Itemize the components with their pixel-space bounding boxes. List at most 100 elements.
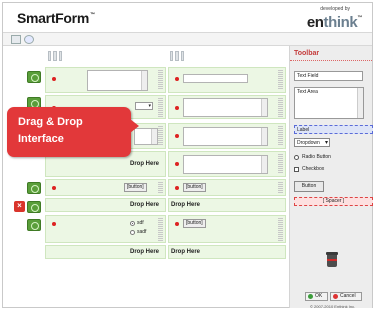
required-dot (52, 77, 56, 81)
align-center-icon[interactable] (175, 51, 179, 61)
form-cell[interactable]: [button] (168, 215, 286, 243)
form-cell[interactable]: Drop Here (45, 198, 166, 212)
textarea-field[interactable] (183, 155, 268, 174)
toolbar-checkbox-label: Checkbox (302, 166, 325, 172)
copyright-text: © 2007-2010 Enthink Inc. (310, 304, 356, 309)
drag-drop-callout: Drag & Drop Interface (7, 107, 139, 157)
toolbar-panel: Toolbar Text Field Text Area Label Dropd… (289, 46, 373, 309)
form-cell[interactable] (168, 151, 286, 177)
required-dot (175, 186, 179, 190)
toolbar-spacer[interactable]: [ Spacer ] (294, 197, 373, 206)
drag-handle[interactable] (278, 182, 283, 194)
drag-handle[interactable] (278, 154, 283, 174)
toolbar-button[interactable]: Button (294, 181, 324, 192)
drag-handle[interactable] (158, 182, 163, 194)
ok-icon (308, 294, 313, 299)
toolbar-dropdown[interactable]: Dropdown (294, 138, 330, 147)
toolbar-checkbox[interactable]: Checkbox (294, 166, 324, 172)
drag-handle[interactable] (278, 126, 283, 146)
form-cell[interactable]: [button] (168, 179, 286, 196)
radio-icon[interactable] (130, 220, 135, 226)
form-cell[interactable]: [button] (45, 179, 166, 196)
cancel-icon (333, 294, 338, 299)
developed-by-text: developed by (320, 6, 350, 12)
radio-option[interactable]: sadf (130, 229, 146, 235)
trash-icon[interactable] (326, 252, 338, 269)
drag-handle[interactable] (158, 218, 163, 241)
button-element[interactable]: [button] (183, 219, 206, 228)
delete-row-icon[interactable]: × (14, 201, 25, 212)
checkbox-icon (294, 166, 299, 172)
settings-icon[interactable] (24, 35, 34, 44)
scrollbar[interactable] (357, 88, 363, 118)
align-right-icon[interactable] (58, 51, 62, 61)
button-element[interactable]: [button] (183, 183, 206, 192)
align-left-icon[interactable] (48, 51, 52, 61)
header: SmartForm™ developed by enthink™ (3, 3, 372, 31)
radio-option-label: sdf (137, 220, 144, 226)
drag-handle[interactable] (158, 70, 163, 90)
drag-handle[interactable] (158, 98, 163, 117)
required-dot (175, 222, 179, 226)
toolbar-label[interactable]: Label (294, 125, 373, 134)
text-input[interactable] (183, 74, 248, 83)
textarea-field[interactable] (183, 127, 268, 146)
brand-think: think (323, 14, 358, 31)
cancel-label: Cancel (340, 293, 356, 299)
form-cell[interactable]: sdf sadf (45, 215, 166, 243)
smartform-window: SmartForm™ developed by enthink™ ▾ Drop … (2, 2, 373, 309)
app-title-text: SmartForm (17, 10, 89, 26)
toolbar-radio-button[interactable]: Radio Button (294, 154, 331, 160)
drag-handle[interactable] (278, 70, 283, 90)
form-cell[interactable] (168, 95, 286, 119)
drag-handle[interactable] (278, 98, 283, 117)
layout-icon[interactable] (11, 35, 21, 44)
cancel-button[interactable]: Cancel (330, 292, 362, 301)
callout-line-2: Interface (18, 133, 64, 145)
toolbar-radio-label: Radio Button (302, 154, 331, 160)
required-dot (52, 186, 56, 190)
align-left-icon[interactable] (170, 51, 174, 61)
textarea-field[interactable] (183, 98, 268, 117)
radio-icon[interactable] (130, 229, 135, 235)
drag-handle[interactable] (158, 126, 163, 146)
toolbar-text-area[interactable]: Text Area (294, 87, 364, 119)
drop-here-label: Drop Here (130, 161, 160, 167)
right-column-align-icons (170, 51, 184, 63)
radio-option-label: sadf (137, 229, 147, 235)
row-handle-icon[interactable] (27, 219, 41, 231)
callout-line-1: Drag & Drop (18, 116, 83, 128)
radio-option[interactable]: sdf (130, 220, 144, 226)
form-cell[interactable] (168, 123, 286, 149)
toolbar-text-field[interactable]: Text Field (294, 71, 363, 81)
row-handle-icon[interactable] (27, 201, 41, 213)
form-cell[interactable]: Drop Here (45, 245, 166, 259)
required-dot (175, 134, 179, 138)
textarea-field[interactable] (87, 70, 148, 91)
required-dot (175, 77, 179, 81)
required-dot (175, 162, 179, 166)
brand-tm: ™ (357, 15, 362, 21)
drag-handle[interactable] (278, 218, 283, 241)
row-handle-icon[interactable] (27, 182, 41, 194)
form-cell[interactable] (168, 67, 286, 93)
align-center-icon[interactable] (53, 51, 57, 61)
app-title: SmartForm™ (17, 10, 95, 26)
drop-here-label: Drop Here (130, 249, 160, 255)
brand-en: en (306, 14, 324, 31)
enthink-logo: enthink™ (306, 14, 363, 31)
toolbar-divider (290, 60, 372, 61)
ok-button[interactable]: OK (305, 292, 328, 301)
required-dot (175, 106, 179, 110)
form-cell[interactable] (45, 67, 166, 93)
button-element[interactable]: [button] (124, 183, 147, 192)
drop-here-label: Drop Here (130, 202, 160, 208)
app-title-tm: ™ (89, 12, 95, 18)
form-cell[interactable]: Drop Here (168, 198, 286, 212)
dropdown-field[interactable]: ▾ (135, 102, 153, 110)
form-cell[interactable]: Drop Here (168, 245, 286, 259)
radio-icon (294, 154, 299, 160)
align-right-icon[interactable] (180, 51, 184, 61)
toolbar-title: Toolbar (294, 50, 320, 57)
row-handle-icon[interactable] (27, 71, 41, 83)
